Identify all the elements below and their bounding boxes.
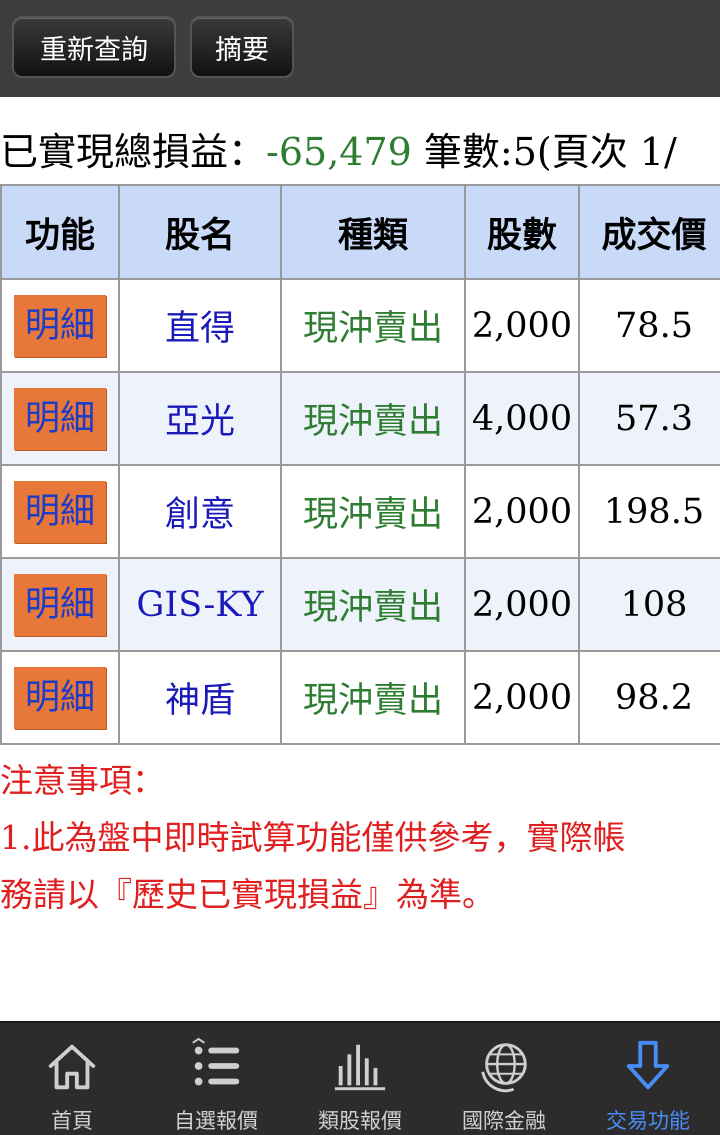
notes-section: 注意事項： 1.此為盤中即時試算功能僅供參考，實際帳 務請以『歷史已實現損益』為… <box>0 752 720 923</box>
nav-label: 自選報價 <box>174 1109 258 1133</box>
shares: 2,000 <box>464 650 580 745</box>
list-icon <box>192 1037 240 1086</box>
trade-type: 現沖賣出 <box>280 557 466 652</box>
nav-item-international-finance[interactable]: 國際金融 <box>432 1023 576 1135</box>
nav-label: 交易功能 <box>606 1109 690 1133</box>
action-cell: 明細 <box>0 371 120 466</box>
notes-line-1: 1.此為盤中即時試算功能僅供參考，實際帳 <box>0 809 720 866</box>
header-type: 種類 <box>280 184 466 280</box>
shares: 2,000 <box>464 278 580 373</box>
down-arrow-icon <box>626 1040 670 1090</box>
detail-button[interactable]: 明細 <box>14 573 106 636</box>
header-shares: 股數 <box>464 184 580 280</box>
stock-name: 創意 <box>118 464 282 559</box>
summary-button[interactable]: 摘要 <box>190 16 294 78</box>
table-row: 明細 亞光 現沖賣出 4,000 57.3 <box>0 371 720 466</box>
bar-chart-icon <box>334 1044 386 1091</box>
notes-line-1-text: 此為盤中即時試算功能僅供參考，實際帳 <box>31 818 626 857</box>
nav-item-sector-quotes[interactable]: 類股報價 <box>288 1023 432 1135</box>
nav-label: 國際金融 <box>462 1109 546 1133</box>
table-header-row: 功能 股名 種類 股數 成交價 <box>0 184 720 280</box>
header-function: 功能 <box>0 184 120 280</box>
shares: 4,000 <box>464 371 580 466</box>
action-cell: 明細 <box>0 650 120 745</box>
notes-line-1-number: 1. <box>0 818 32 857</box>
home-icon <box>48 1044 96 1090</box>
notes-line-2: 務請以『歷史已實現損益』為準。 <box>0 875 495 914</box>
header-price: 成交價 <box>578 184 720 280</box>
action-cell: 明細 <box>0 557 120 652</box>
shares: 2,000 <box>464 557 580 652</box>
action-cell: 明細 <box>0 464 120 559</box>
trade-type: 現沖賣出 <box>280 464 466 559</box>
nav-item-home[interactable]: 首頁 <box>0 1023 144 1135</box>
table-row: 明細 直得 現沖賣出 2,000 78.5 <box>0 278 720 373</box>
stock-name: GIS-KY <box>118 557 282 652</box>
nav-item-watchlist[interactable]: 自選報價 <box>144 1023 288 1135</box>
trade-type: 現沖賣出 <box>280 371 466 466</box>
table-row: 明細 創意 現沖賣出 2,000 198.5 <box>0 464 720 559</box>
action-cell: 明細 <box>0 278 120 373</box>
table-row: 明細 GIS-KY 現沖賣出 2,000 108 <box>0 557 720 652</box>
detail-button[interactable]: 明細 <box>14 480 106 543</box>
price: 78.5 <box>578 278 720 373</box>
price: 108 <box>578 557 720 652</box>
stock-name: 神盾 <box>118 650 282 745</box>
detail-button[interactable]: 明細 <box>14 666 106 729</box>
nav-label: 首頁 <box>51 1109 93 1133</box>
detail-button[interactable]: 明細 <box>14 387 106 450</box>
summary-value: -65,479 <box>266 130 412 174</box>
price: 198.5 <box>578 464 720 559</box>
nav-label: 類股報價 <box>318 1109 402 1133</box>
summary-count: 筆數:5(頁次 1/ <box>411 130 677 174</box>
detail-button[interactable]: 明細 <box>14 294 106 357</box>
bottom-navigation: 首頁 自選報價 類股報價 國際金融 交易功能 <box>0 1021 720 1135</box>
header-stock-name: 股名 <box>118 184 282 280</box>
requery-button[interactable]: 重新查詢 <box>12 16 176 78</box>
realized-pnl-summary: 已實現總損益：-65,479 筆數:5(頁次 1/ <box>0 122 720 182</box>
nav-item-trading[interactable]: 交易功能 <box>576 1023 720 1135</box>
price: 57.3 <box>578 371 720 466</box>
shares: 2,000 <box>464 464 580 559</box>
price: 98.2 <box>578 650 720 745</box>
table-row: 明細 神盾 現沖賣出 2,000 98.2 <box>0 650 720 745</box>
summary-label: 已實現總損益： <box>0 130 267 174</box>
top-toolbar: 重新查詢 摘要 <box>0 0 720 97</box>
globe-icon <box>481 1043 527 1093</box>
realized-pnl-table: 功能 股名 種類 股數 成交價 明細 直得 現沖賣出 2,000 78.5 明細… <box>0 184 720 745</box>
stock-name: 亞光 <box>118 371 282 466</box>
trade-type: 現沖賣出 <box>280 278 466 373</box>
notes-title: 注意事項： <box>0 761 165 800</box>
trade-type: 現沖賣出 <box>280 650 466 745</box>
stock-name: 直得 <box>118 278 282 373</box>
